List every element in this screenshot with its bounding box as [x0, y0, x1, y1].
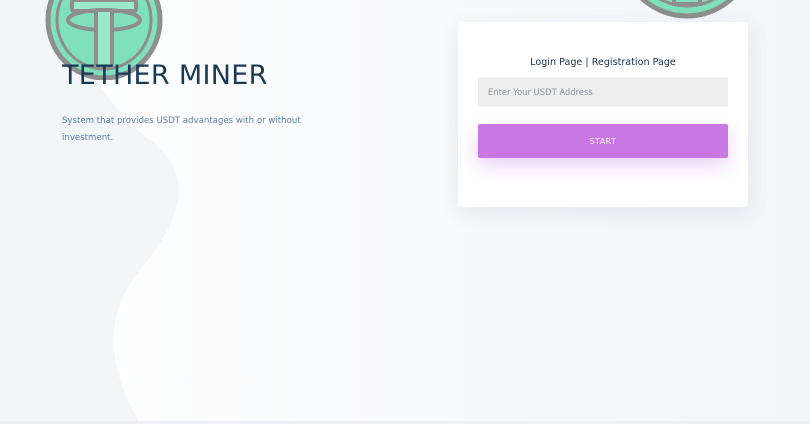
hero-description: System that provides USDT advantages wit…	[62, 116, 301, 143]
usdt-address-input[interactable]	[478, 77, 728, 107]
registration-page-link[interactable]: Registration Page	[592, 57, 676, 68]
heading-separator: |	[582, 57, 592, 68]
login-card: Login Page | Registration Page START	[458, 22, 748, 207]
hero-title: TETHER MINER	[62, 60, 268, 91]
card-heading: Login Page | Registration Page	[458, 57, 748, 68]
start-button[interactable]: START	[478, 124, 728, 158]
tether-coin-icon	[640, 0, 734, 19]
login-page-link[interactable]: Login Page	[530, 57, 582, 68]
